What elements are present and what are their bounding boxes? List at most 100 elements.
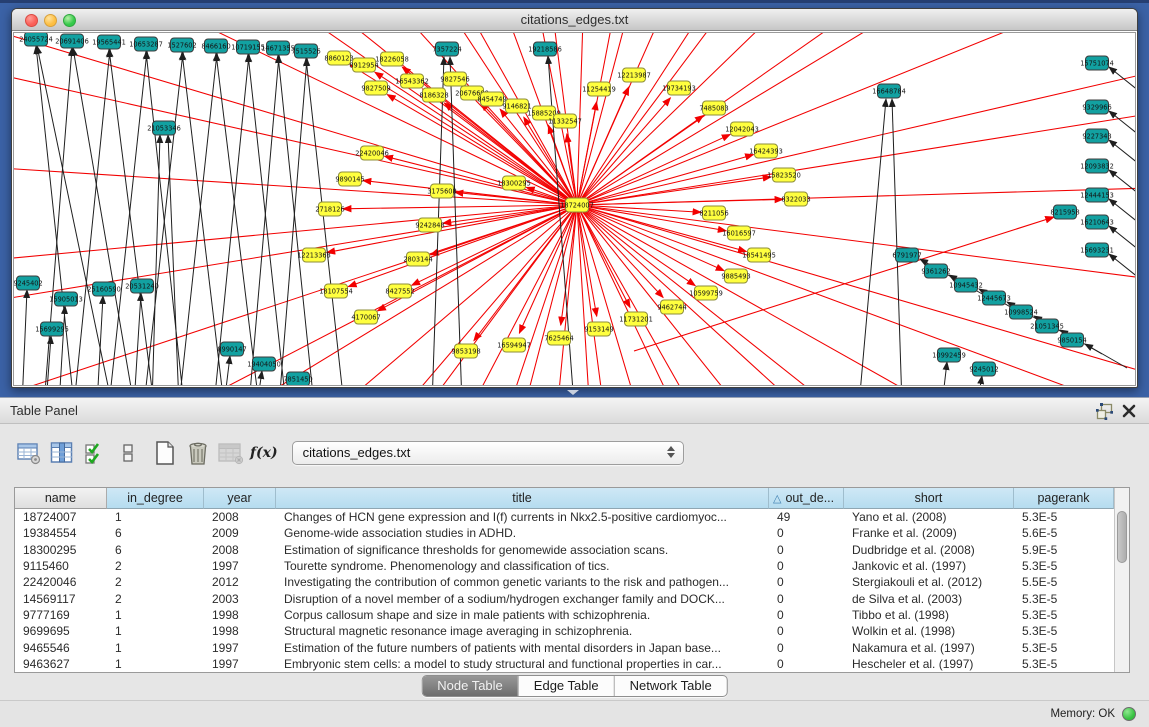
graph-node[interactable]: 9361262 bbox=[921, 264, 950, 278]
graph-node[interactable]: 18300295 bbox=[497, 176, 531, 190]
graph-node[interactable]: 20691406 bbox=[55, 34, 89, 48]
graph-node[interactable]: 9827509 bbox=[361, 81, 390, 95]
graph-node[interactable]: 8990147 bbox=[217, 342, 246, 356]
tab-node-table[interactable]: Node Table bbox=[422, 676, 519, 696]
new-document-icon[interactable] bbox=[152, 440, 178, 466]
graph-node[interactable]: 9462744 bbox=[657, 300, 686, 314]
table-row[interactable]: 1938455462009Genome-wide association stu… bbox=[15, 525, 1114, 541]
graph-node[interactable]: 7851450 bbox=[283, 372, 312, 386]
table-row[interactable]: 946362711997Embryonic stem cells: a mode… bbox=[15, 656, 1114, 672]
column-header-in_degree[interactable]: in_degree bbox=[107, 488, 204, 509]
graph-node[interactable]: 12444153 bbox=[1080, 188, 1114, 202]
graph-node[interactable]: 21053346 bbox=[147, 121, 181, 135]
row-height-icon[interactable] bbox=[115, 440, 141, 466]
graph-node[interactable]: 8211056 bbox=[699, 206, 728, 220]
tab-network-table[interactable]: Network Table bbox=[615, 676, 727, 696]
column-header-name[interactable]: name bbox=[15, 488, 107, 509]
graph-node[interactable]: 22420046 bbox=[355, 146, 389, 160]
graph-node[interactable]: 10719155 bbox=[231, 40, 265, 54]
table-row[interactable]: 1872400712008Changes of HCN gene express… bbox=[15, 509, 1114, 525]
column-header-short[interactable]: short bbox=[844, 488, 1014, 509]
graph-node[interactable]: 8322033 bbox=[781, 192, 810, 206]
graph-node[interactable]: 3175608 bbox=[427, 184, 456, 198]
graph-node[interactable]: 16424393 bbox=[749, 144, 783, 158]
graph-node[interactable]: 7625464 bbox=[544, 331, 573, 345]
graph-node[interactable]: 9850154 bbox=[1057, 333, 1086, 347]
graph-node[interactable]: 9245012 bbox=[969, 362, 998, 376]
memory-ok-indicator[interactable] bbox=[1122, 707, 1136, 721]
close-panel-icon[interactable] bbox=[1121, 403, 1137, 419]
graph-node[interactable]: 16016597 bbox=[722, 226, 756, 240]
graph-node[interactable]: 9885493 bbox=[721, 269, 750, 283]
graph-node[interactable]: 15905013 bbox=[49, 292, 83, 306]
network-canvas[interactable]: 24055724206914061956544110653287 1527602 8… bbox=[13, 32, 1136, 386]
graph-node[interactable]: 10599759 bbox=[689, 286, 723, 300]
graph-node[interactable]: 9890145 bbox=[335, 172, 364, 186]
graph-node[interactable]: 18107554 bbox=[319, 284, 353, 298]
graph-node[interactable]: 19734193 bbox=[662, 81, 696, 95]
graph-node[interactable]: 18226058 bbox=[375, 52, 409, 66]
column-header-title[interactable]: title bbox=[276, 488, 769, 509]
graph-node[interactable]: 15693231 bbox=[1080, 243, 1114, 257]
graph-node[interactable]: 7485083 bbox=[699, 101, 728, 115]
graph-node[interactable]: 8186328 bbox=[419, 88, 448, 102]
graph-node[interactable]: 10998524 bbox=[1004, 305, 1038, 319]
modify-table-icon[interactable] bbox=[16, 440, 42, 466]
function-builder-icon[interactable]: f(x) bbox=[250, 445, 278, 461]
graph-node[interactable]: 10653287 bbox=[129, 37, 163, 51]
graph-node[interactable]: 16210643 bbox=[1080, 215, 1114, 229]
graph-node[interactable]: 12093832 bbox=[1080, 159, 1114, 173]
graph-node[interactable]: 18541495 bbox=[742, 248, 776, 262]
graph-node[interactable]: 20531240 bbox=[125, 279, 159, 293]
graph-node[interactable]: 9242848 bbox=[415, 218, 444, 232]
graph-node[interactable]: 15699295 bbox=[35, 322, 69, 336]
tab-edge-table[interactable]: Edge Table bbox=[519, 676, 615, 696]
graph-node[interactable]: 15823520 bbox=[767, 168, 801, 182]
graph-node[interactable]: 19565441 bbox=[92, 35, 126, 49]
graph-node[interactable]: 9245402 bbox=[14, 276, 43, 290]
graph-node[interactable]: 12213363 bbox=[297, 248, 331, 262]
graph-node[interactable]: 4170067 bbox=[351, 310, 380, 324]
graph-node[interactable]: 16648784 bbox=[872, 84, 906, 98]
graph-node[interactable]: 11332547 bbox=[548, 114, 582, 128]
graph-node[interactable]: 2718126 bbox=[315, 202, 344, 216]
graph-node[interactable]: 15751074 bbox=[1080, 56, 1114, 70]
graph-node[interactable]: 25160590 bbox=[87, 282, 121, 296]
graph-hub-node[interactable]: 18724007 bbox=[560, 198, 594, 212]
graph-node[interactable]: 9227343 bbox=[1082, 129, 1111, 143]
graph-node[interactable]: 9827546 bbox=[440, 72, 469, 86]
window-minimize-button[interactable] bbox=[44, 14, 57, 27]
graph-node[interactable]: 9329966 bbox=[1082, 100, 1111, 114]
graph-node[interactable]: 16543362 bbox=[395, 74, 429, 88]
graph-node[interactable]: 19404050 bbox=[247, 357, 281, 371]
window-close-button[interactable] bbox=[25, 14, 38, 27]
window-zoom-button[interactable] bbox=[63, 14, 76, 27]
graph-node[interactable]: 11254419 bbox=[582, 82, 616, 96]
graph-node[interactable]: 12213987 bbox=[617, 68, 651, 82]
graph-node[interactable]: 8215958 bbox=[1050, 205, 1079, 219]
graph-node[interactable]: 7357224 bbox=[432, 42, 461, 56]
column-header-pagerank[interactable]: pagerank bbox=[1014, 488, 1114, 509]
graph-node[interactable]: 9853198 bbox=[451, 344, 480, 358]
graph-node[interactable]: 24055724 bbox=[19, 33, 53, 46]
table-row[interactable]: 969969511998Structural magnetic resonanc… bbox=[15, 623, 1114, 639]
graph-node[interactable]: 8427552 bbox=[385, 284, 414, 298]
graph-node[interactable]: 1527602 bbox=[167, 38, 196, 52]
window-titlebar[interactable]: citations_edges.txt bbox=[12, 9, 1137, 31]
graph-node[interactable]: 6791977 bbox=[892, 248, 921, 262]
select-columns-icon[interactable] bbox=[82, 440, 108, 466]
column-settings-icon[interactable] bbox=[49, 440, 75, 466]
graph-node[interactable]: 14671355 bbox=[261, 41, 295, 55]
graph-node[interactable]: 11731201 bbox=[619, 312, 653, 326]
graph-node[interactable]: 16594947 bbox=[497, 338, 531, 352]
graph-node[interactable]: 12445673 bbox=[977, 291, 1011, 305]
delete-trash-icon[interactable] bbox=[185, 440, 211, 466]
citation-network-graph[interactable]: 24055724206914061956544110653287 1527602 8… bbox=[14, 33, 1136, 386]
graph-node[interactable]: 7515526 bbox=[291, 44, 320, 58]
graph-node[interactable]: 10945432 bbox=[949, 278, 983, 292]
graph-node[interactable]: 9153149 bbox=[584, 322, 613, 336]
panel-splitter-handle[interactable] bbox=[567, 390, 579, 395]
float-window-icon[interactable] bbox=[1096, 403, 1113, 420]
table-row[interactable]: 1830029562008Estimation of significance … bbox=[15, 542, 1114, 558]
column-header-year[interactable]: year bbox=[204, 488, 276, 509]
